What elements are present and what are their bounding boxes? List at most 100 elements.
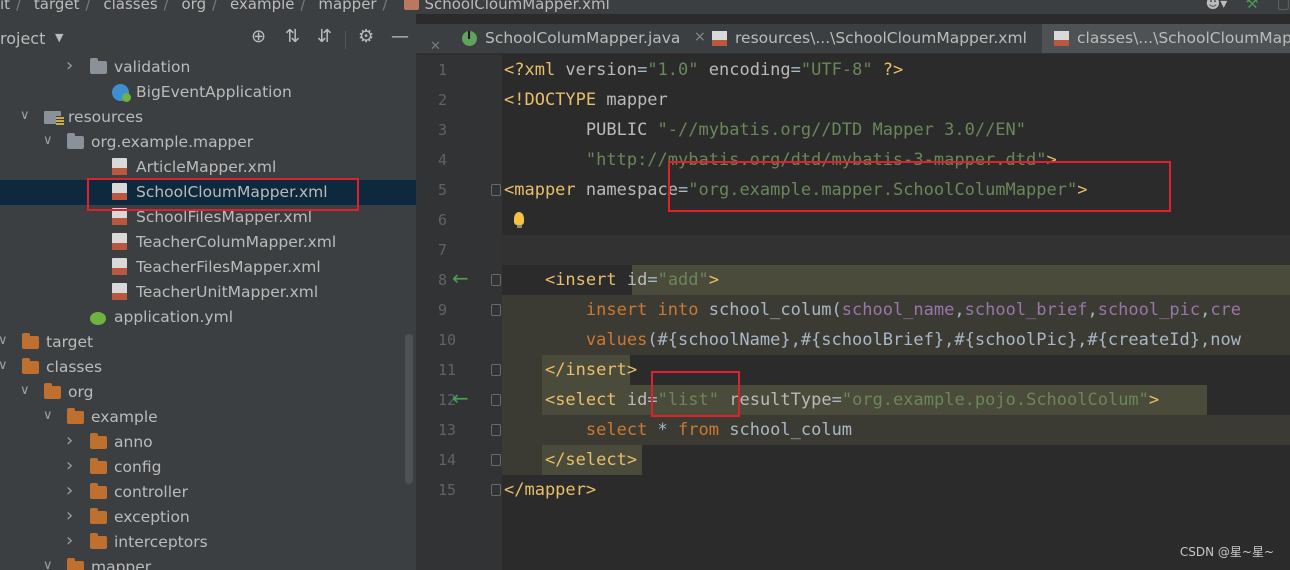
collapse-all-icon[interactable]: ⇵: [317, 26, 332, 47]
chevron-down-icon[interactable]: ∨: [20, 108, 30, 123]
expand-all-icon[interactable]: ⇅: [285, 26, 300, 47]
tree-item[interactable]: ∨ target: [0, 330, 416, 355]
breadcrumb-item[interactable]: org: [181, 0, 206, 13]
toolbar-divider: [345, 31, 346, 49]
tree-item[interactable]: ∨ resources: [0, 105, 416, 130]
code-line[interactable]: <insert id="add">: [502, 265, 1290, 295]
navigate-to-interface-icon[interactable]: ←: [452, 266, 469, 290]
code-line[interactable]: <?xml version="1.0" encoding="UTF-8" ?>: [502, 55, 1290, 85]
chevron-down-icon[interactable]: ∨: [0, 358, 8, 373]
xml-file-icon: [1054, 31, 1069, 46]
chevron-down-icon[interactable]: ∨: [43, 558, 53, 570]
gear-icon[interactable]: ⚙: [358, 26, 374, 47]
code-line[interactable]: select * from school_colum: [502, 415, 1290, 445]
fold-marker-icon[interactable]: [491, 274, 501, 286]
tree-item[interactable]: application.yml: [0, 305, 416, 330]
code-token: PUBLIC: [585, 120, 658, 140]
breadcrumb-item[interactable]: classes: [103, 0, 157, 13]
line-number-text: 15: [438, 481, 457, 499]
breadcrumb-item[interactable]: mapper: [318, 0, 376, 13]
hide-icon[interactable]: —: [391, 26, 409, 47]
navigate-to-interface-icon[interactable]: ←: [452, 386, 469, 410]
line-number-text: 4: [438, 151, 448, 169]
tree-item[interactable]: › config: [0, 455, 416, 480]
code-token: <select: [544, 390, 627, 410]
fold-marker-icon[interactable]: [491, 394, 501, 406]
line-number: 2: [416, 85, 502, 115]
tree-item[interactable]: ∨ org: [0, 380, 416, 405]
tree-item[interactable]: ∨ mapper: [0, 555, 416, 570]
tree-item[interactable]: › anno: [0, 430, 416, 455]
locate-icon[interactable]: ⊕: [251, 26, 266, 47]
tree-item[interactable]: SchoolFilesMapper.xml: [0, 205, 416, 230]
fold-marker-icon[interactable]: [491, 484, 501, 496]
code-line[interactable]: </select>: [502, 445, 1290, 475]
tree-item[interactable]: TeacherColumMapper.xml: [0, 230, 416, 255]
intention-bulb-icon[interactable]: [514, 212, 524, 228]
tree-item[interactable]: ∨ example: [0, 405, 416, 430]
chevron-down-icon[interactable]: ∨: [43, 133, 53, 148]
tree-item[interactable]: › exception: [0, 505, 416, 530]
tree-item[interactable]: TeacherUnitMapper.xml: [0, 280, 416, 305]
chevron-right-icon[interactable]: ›: [66, 480, 73, 501]
code-view[interactable]: <?xml version="1.0" encoding="UTF-8" ?> <…: [502, 55, 1290, 570]
chevron-down-icon[interactable]: ∨: [43, 408, 53, 423]
code-line[interactable]: <select id="list" resultType="org.exampl…: [502, 385, 1290, 415]
code-token: >: [1148, 390, 1160, 410]
fold-marker-icon[interactable]: [491, 424, 501, 436]
code-line[interactable]: <mapper namespace="org.example.mapper.Sc…: [502, 175, 1290, 205]
breadcrumb-file[interactable]: SchoolCloumMapper.xml: [424, 0, 609, 13]
xml-file-icon: [112, 258, 127, 275]
code-token: </mapper>: [504, 480, 597, 500]
fold-marker-icon[interactable]: [491, 304, 501, 316]
code-token: >: [1046, 150, 1057, 170]
code-line[interactable]: </mapper>: [502, 475, 1290, 505]
chevron-right-icon[interactable]: ›: [66, 530, 73, 551]
code-line[interactable]: PUBLIC "-//mybatis.org//DTD Mapper 3.0//…: [502, 115, 1290, 145]
code-text: </mapper>: [504, 480, 596, 500]
chevron-right-icon[interactable]: ›: [66, 455, 73, 476]
tree-item[interactable]: › validation: [0, 55, 416, 80]
code-text: </insert>: [504, 360, 637, 380]
chevron-down-icon[interactable]: ∨: [20, 383, 30, 398]
code-line[interactable]: </insert>: [502, 355, 1290, 385]
fold-marker-icon[interactable]: [491, 184, 501, 196]
chevron-down-icon[interactable]: ▼: [55, 31, 63, 44]
run-config-icon[interactable]: ▢: [1277, 0, 1290, 12]
tree-item[interactable]: BigEventApplication: [0, 80, 416, 105]
breadcrumb-item[interactable]: it: [0, 0, 10, 13]
code-line[interactable]: [502, 205, 1290, 235]
tree-item[interactable]: SchoolCloumMapper.xml: [0, 180, 416, 205]
hammer-icon[interactable]: ⚒: [1246, 0, 1259, 12]
chevron-down-icon[interactable]: ∨: [0, 333, 8, 348]
code-line[interactable]: values(#{schoolName},#{schoolBrief},#{sc…: [502, 325, 1290, 355]
tree-item[interactable]: › interceptors: [0, 530, 416, 555]
tree-item[interactable]: › controller: [0, 480, 416, 505]
code-token: "org.example.mapper.SchoolColumMapper": [688, 180, 1078, 200]
editor-tab[interactable]: classes\...\SchoolCloumMapp: [1042, 24, 1290, 53]
code-line[interactable]: insert into school_colum(school_name,sch…: [502, 295, 1290, 325]
tree-item[interactable]: ∨ org.example.mapper: [0, 130, 416, 155]
chevron-right-icon[interactable]: ›: [66, 55, 73, 76]
project-view-selector[interactable]: roject: [0, 29, 45, 48]
tree-scrollbar[interactable]: [405, 334, 413, 484]
chevron-right-icon[interactable]: ›: [66, 430, 73, 451]
code-line[interactable]: "http://mybatis.org/dtd/mybatis-3-mapper…: [502, 145, 1290, 175]
code-token: school_pic: [1097, 300, 1201, 320]
close-icon[interactable]: ✕: [430, 39, 441, 53]
tree-item[interactable]: TeacherFilesMapper.xml: [0, 255, 416, 280]
code-line[interactable]: [502, 235, 1290, 265]
breadcrumb-item[interactable]: example: [230, 0, 295, 13]
user-icon[interactable]: ☻▾: [1206, 0, 1228, 12]
tree-item[interactable]: ∨ classes: [0, 355, 416, 380]
editor-tab[interactable]: SchoolColumMapper.java×: [450, 24, 712, 53]
breadcrumb-item[interactable]: target: [34, 0, 80, 13]
code-line[interactable]: <!DOCTYPE mapper: [502, 85, 1290, 115]
chevron-right-icon[interactable]: ›: [66, 505, 73, 526]
code-token: version: [565, 60, 638, 80]
resources-folder-icon: [44, 111, 64, 125]
editor-tab[interactable]: resources\...\SchoolCloumMapper.xml: [700, 24, 1028, 53]
fold-marker-icon[interactable]: [491, 364, 501, 376]
tree-item[interactable]: ArticleMapper.xml: [0, 155, 416, 180]
fold-marker-icon[interactable]: [491, 454, 501, 466]
